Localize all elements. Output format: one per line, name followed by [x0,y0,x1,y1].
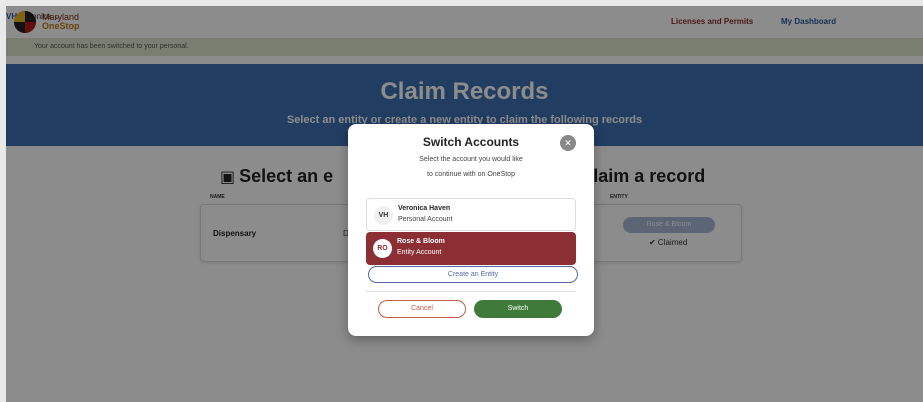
account-type: Entity Account [397,249,442,256]
modal-divider [366,291,576,292]
account-name: Veronica Haven [398,205,451,212]
avatar: VH [374,206,393,225]
account-option-rose-and-bloom[interactable]: RO Rose & Bloom Entity Account [366,232,576,265]
account-type: Personal Account [398,216,453,223]
switch-accounts-modal: Switch Accounts ✕ Select the account you… [348,124,594,336]
create-entity-button[interactable]: Create an Entity [368,266,578,283]
account-name: Rose & Bloom [397,238,445,245]
switch-button[interactable]: Switch [474,300,562,318]
avatar: RO [373,239,392,258]
modal-title: Switch Accounts [422,135,520,149]
modal-description-line1: Select the account you would like [419,156,523,163]
modal-description-line2: to continue with on OneStop [427,171,515,178]
close-icon[interactable]: ✕ [560,135,576,151]
cancel-button[interactable]: Cancel [378,300,466,318]
account-option-veronica-haven[interactable]: VH Veronica Haven Personal Account [366,198,576,231]
